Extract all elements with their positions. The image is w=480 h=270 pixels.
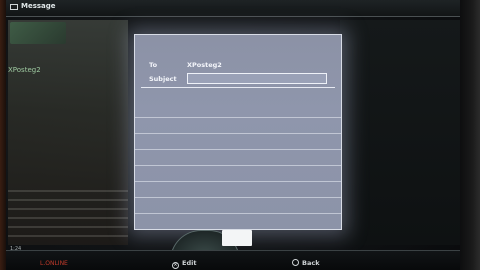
tv-bezel-right — [460, 0, 480, 270]
bottom-hint-bar — [6, 250, 460, 270]
subject-input[interactable] — [187, 73, 327, 84]
background-list-stripes — [8, 190, 128, 240]
background-right-panel — [340, 20, 460, 245]
subject-row: Subject — [135, 72, 341, 86]
message-body-line — [135, 165, 341, 166]
background-thumbnail — [10, 22, 66, 44]
title-bar: Message — [6, 0, 460, 17]
message-body-line — [135, 213, 341, 214]
back-hint[interactable]: Back — [292, 259, 320, 267]
window-title: Message — [21, 2, 56, 10]
mail-icon — [10, 4, 18, 10]
status-text: L.ONLINE — [40, 260, 68, 267]
cross-button-icon: × — [172, 262, 179, 269]
tv-bezel-left — [0, 0, 6, 270]
message-body-line — [135, 117, 341, 118]
compose-dialog: To XPosteg2 Subject — [134, 34, 342, 230]
clock-text: 1:24 — [10, 246, 22, 252]
subject-label: Subject — [149, 75, 177, 83]
circle-button-icon — [292, 259, 299, 266]
background-user-label: XPosteg2 — [8, 66, 41, 74]
message-body-line — [135, 181, 341, 182]
edit-hint[interactable]: × Edit — [172, 259, 196, 269]
back-hint-label: Back — [302, 259, 320, 267]
to-row: To XPosteg2 — [135, 58, 341, 72]
to-label: To — [149, 61, 158, 69]
highlight-tab[interactable] — [222, 230, 252, 246]
header-divider — [141, 87, 335, 88]
message-body-line — [135, 133, 341, 134]
to-recipient[interactable]: XPosteg2 — [187, 61, 222, 69]
message-body-line — [135, 197, 341, 198]
edit-hint-label: Edit — [182, 259, 197, 267]
screen: Message XPosteg2 To XPosteg2 Subject 1:2… — [0, 0, 480, 270]
message-body-line — [135, 149, 341, 150]
